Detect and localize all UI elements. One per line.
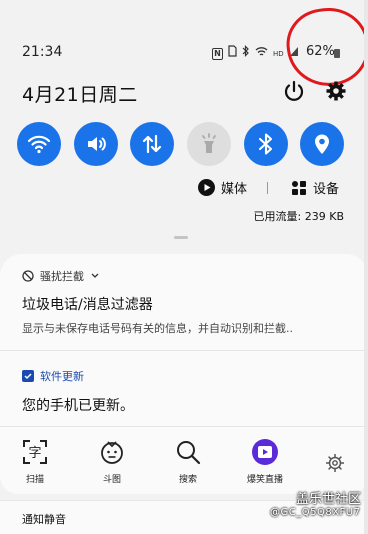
bluetooth-icon	[242, 45, 250, 62]
screen-edge	[364, 0, 368, 534]
sim-icon	[228, 45, 237, 62]
notification-app-name: 骚扰拦截	[40, 270, 84, 283]
wifi-icon	[27, 135, 51, 154]
sound-toggle[interactable]	[74, 122, 118, 166]
shortcut-search[interactable]: 搜索	[164, 438, 212, 485]
notification-title[interactable]: 您的手机已更新。	[22, 395, 134, 415]
gear-icon[interactable]	[324, 79, 348, 103]
date-label: 4月21日周二	[22, 84, 138, 106]
notification-header[interactable]: 骚扰拦截	[22, 268, 100, 284]
status-time: 21:34	[22, 44, 63, 60]
location-toggle[interactable]	[300, 122, 344, 166]
shortcut-live[interactable]: 爆笑直播	[241, 438, 289, 485]
devices-label: 设备	[313, 182, 340, 197]
divider	[0, 350, 368, 351]
scan-glyph: 字	[28, 446, 41, 461]
gear-icon[interactable]	[324, 452, 346, 474]
devices-grid-icon	[292, 180, 306, 195]
bluetooth-toggle[interactable]	[244, 122, 288, 166]
notification-card: 骚扰拦截 垃圾电话/消息过滤器 显示与未保存电话号码有关的信息，并自动识别和拦截…	[0, 254, 368, 494]
mobile-data-toggle[interactable]	[130, 122, 174, 166]
nfc-icon: N	[212, 47, 223, 60]
shortcut-label: 斗图	[102, 475, 121, 485]
silent-notifications-label: 通知静音	[22, 513, 66, 526]
shortcut-label: 搜索	[178, 475, 197, 485]
divider	[0, 426, 368, 427]
scan-text-icon: 字	[23, 440, 47, 464]
hd-signal-icon: HD	[273, 49, 284, 58]
search-icon	[177, 441, 201, 465]
location-pin-icon	[315, 134, 329, 154]
data-arrows-icon	[142, 134, 162, 154]
watermark-handle: @GC_Q5Q8XFU7	[270, 507, 361, 518]
shortcut-label: 扫描	[25, 475, 44, 485]
notification-app-name: 软件更新	[40, 370, 84, 383]
media-button[interactable]: 媒体	[198, 178, 247, 197]
notification-title[interactable]: 垃圾电话/消息过滤器	[22, 294, 153, 314]
chevron-down-icon[interactable]	[90, 272, 100, 280]
panel-drag-handle[interactable]	[174, 236, 188, 239]
live-video-icon	[252, 439, 278, 465]
data-usage-text: 已用流量: 239 KB	[253, 210, 344, 223]
header-row: 4月21日周二	[0, 76, 368, 110]
wifi-icon	[255, 46, 268, 62]
play-icon	[198, 179, 215, 196]
notification-header[interactable]: 软件更新	[22, 368, 84, 384]
flashlight-icon	[202, 133, 216, 153]
shortcut-meme[interactable]: 斗图	[88, 438, 136, 485]
speaker-icon	[88, 137, 106, 151]
shortcut-label: 爆笑直播	[246, 475, 283, 485]
flashlight-toggle[interactable]	[187, 122, 231, 166]
media-row: 媒体 设备	[0, 178, 368, 200]
wifi-toggle[interactable]	[17, 122, 61, 166]
shortcut-scan[interactable]: 字 扫描	[11, 438, 59, 485]
bluetooth-icon	[258, 133, 273, 155]
meme-face-icon	[101, 441, 123, 464]
watermark: 盖乐世社区	[296, 492, 362, 507]
divider	[267, 182, 268, 194]
block-icon	[22, 270, 34, 282]
status-icons: N HD	[212, 45, 299, 62]
media-label: 媒体	[221, 182, 248, 197]
power-icon[interactable]	[282, 79, 306, 103]
notification-body[interactable]: 显示与未保存电话号码有关的信息，并自动识别和拦截..	[22, 320, 352, 336]
devices-button[interactable]: 设备	[291, 178, 339, 197]
checkbox-icon	[22, 370, 34, 382]
